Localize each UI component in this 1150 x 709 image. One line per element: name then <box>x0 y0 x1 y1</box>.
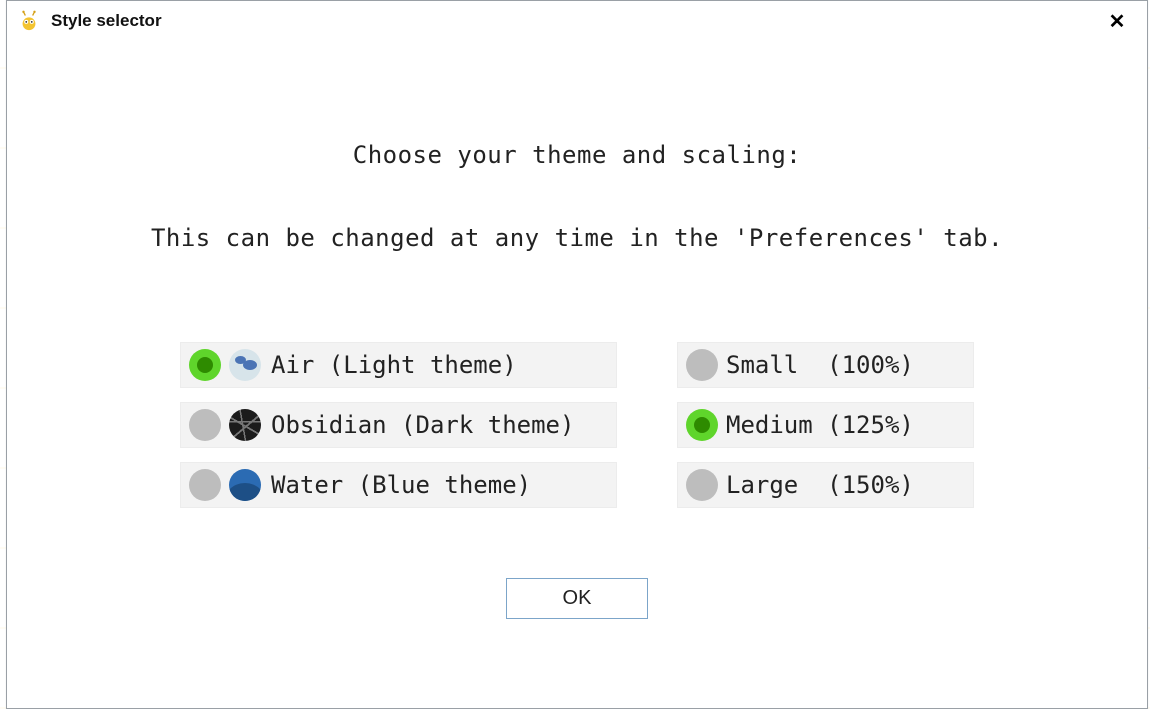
window-title: Style selector <box>51 11 162 31</box>
scaling-label: Medium (125%) <box>726 411 914 439</box>
scaling-option-large[interactable]: Large (150%) <box>677 462 974 508</box>
dialog-content: Choose your theme and scaling: This can … <box>7 41 1147 708</box>
close-icon: ✕ <box>1109 9 1126 34</box>
scaling-option-medium[interactable]: Medium (125%) <box>677 402 974 448</box>
dialog-footer: OK <box>506 578 648 619</box>
theme-option-water[interactable]: Water (Blue theme) <box>180 462 617 508</box>
close-button[interactable]: ✕ <box>1095 5 1139 37</box>
radio-icon <box>189 469 221 501</box>
theme-option-air[interactable]: Air (Light theme) <box>180 342 617 388</box>
scaling-label: Large (150%) <box>726 471 914 499</box>
scaling-option-small[interactable]: Small (100%) <box>677 342 974 388</box>
options-columns: Air (Light theme) Obsidian (Dark theme) … <box>180 342 974 508</box>
app-icon <box>17 9 41 33</box>
radio-icon <box>686 409 718 441</box>
ok-button[interactable]: OK <box>506 578 648 619</box>
water-theme-icon <box>229 469 261 501</box>
scaling-options: Small (100%) Medium (125%) Large (150%) <box>677 342 974 508</box>
prompt-heading: Choose your theme and scaling: <box>353 141 801 169</box>
radio-icon <box>686 349 718 381</box>
theme-label: Obsidian (Dark theme) <box>271 411 574 439</box>
air-theme-icon <box>229 349 261 381</box>
theme-options: Air (Light theme) Obsidian (Dark theme) … <box>180 342 617 508</box>
radio-icon <box>686 469 718 501</box>
radio-icon <box>189 349 221 381</box>
titlebar: Style selector ✕ <box>7 1 1147 41</box>
theme-label: Air (Light theme) <box>271 351 517 379</box>
scaling-label: Small (100%) <box>726 351 914 379</box>
theme-label: Water (Blue theme) <box>271 471 531 499</box>
prompt-subheading: This can be changed at any time in the '… <box>151 224 1003 252</box>
radio-icon <box>189 409 221 441</box>
theme-option-obsidian[interactable]: Obsidian (Dark theme) <box>180 402 617 448</box>
obsidian-theme-icon <box>229 409 261 441</box>
style-selector-dialog: Style selector ✕ Choose your theme and s… <box>6 0 1148 709</box>
